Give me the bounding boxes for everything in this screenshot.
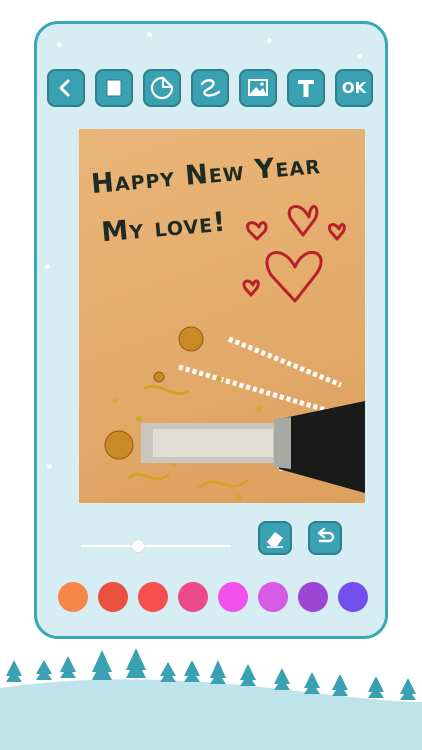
frame-button[interactable] — [95, 69, 133, 107]
undo-button[interactable] — [308, 521, 342, 555]
text-icon — [298, 80, 314, 97]
back-button[interactable] — [47, 69, 85, 107]
back-arrow-icon — [59, 79, 70, 97]
champagne-decoration — [104, 326, 365, 500]
card-photo[interactable]: Happy New Year My love! — [79, 129, 365, 503]
color-swatch[interactable] — [178, 582, 208, 612]
color-swatch[interactable] — [258, 582, 288, 612]
slider-thumb[interactable] — [132, 540, 144, 552]
hearts-drawing — [242, 205, 346, 303]
undo-icon — [317, 527, 335, 543]
sticker-button[interactable] — [143, 69, 181, 107]
color-swatch[interactable] — [98, 582, 128, 612]
frame-icon — [106, 79, 122, 97]
brush-size-slider[interactable] — [81, 536, 231, 556]
image-icon — [248, 79, 268, 96]
image-button[interactable] — [239, 69, 277, 107]
slider-track — [81, 545, 231, 547]
color-swatch[interactable] — [338, 582, 368, 612]
color-swatch[interactable] — [138, 582, 168, 612]
sticker-icon — [150, 76, 174, 100]
color-swatch[interactable] — [218, 582, 248, 612]
color-swatch[interactable] — [298, 582, 328, 612]
editor-panel: OK Happy New Year My love! — [34, 21, 388, 639]
text-button[interactable] — [287, 69, 325, 107]
toolbar: OK — [47, 69, 377, 109]
eraser-button[interactable] — [258, 521, 292, 555]
eraser-icon — [267, 532, 283, 548]
color-swatch[interactable] — [58, 582, 88, 612]
draw-icon — [200, 79, 221, 97]
draw-button[interactable] — [191, 69, 229, 107]
ok-button[interactable]: OK — [335, 69, 373, 107]
color-palette — [53, 582, 373, 614]
winter-landscape — [0, 648, 422, 750]
